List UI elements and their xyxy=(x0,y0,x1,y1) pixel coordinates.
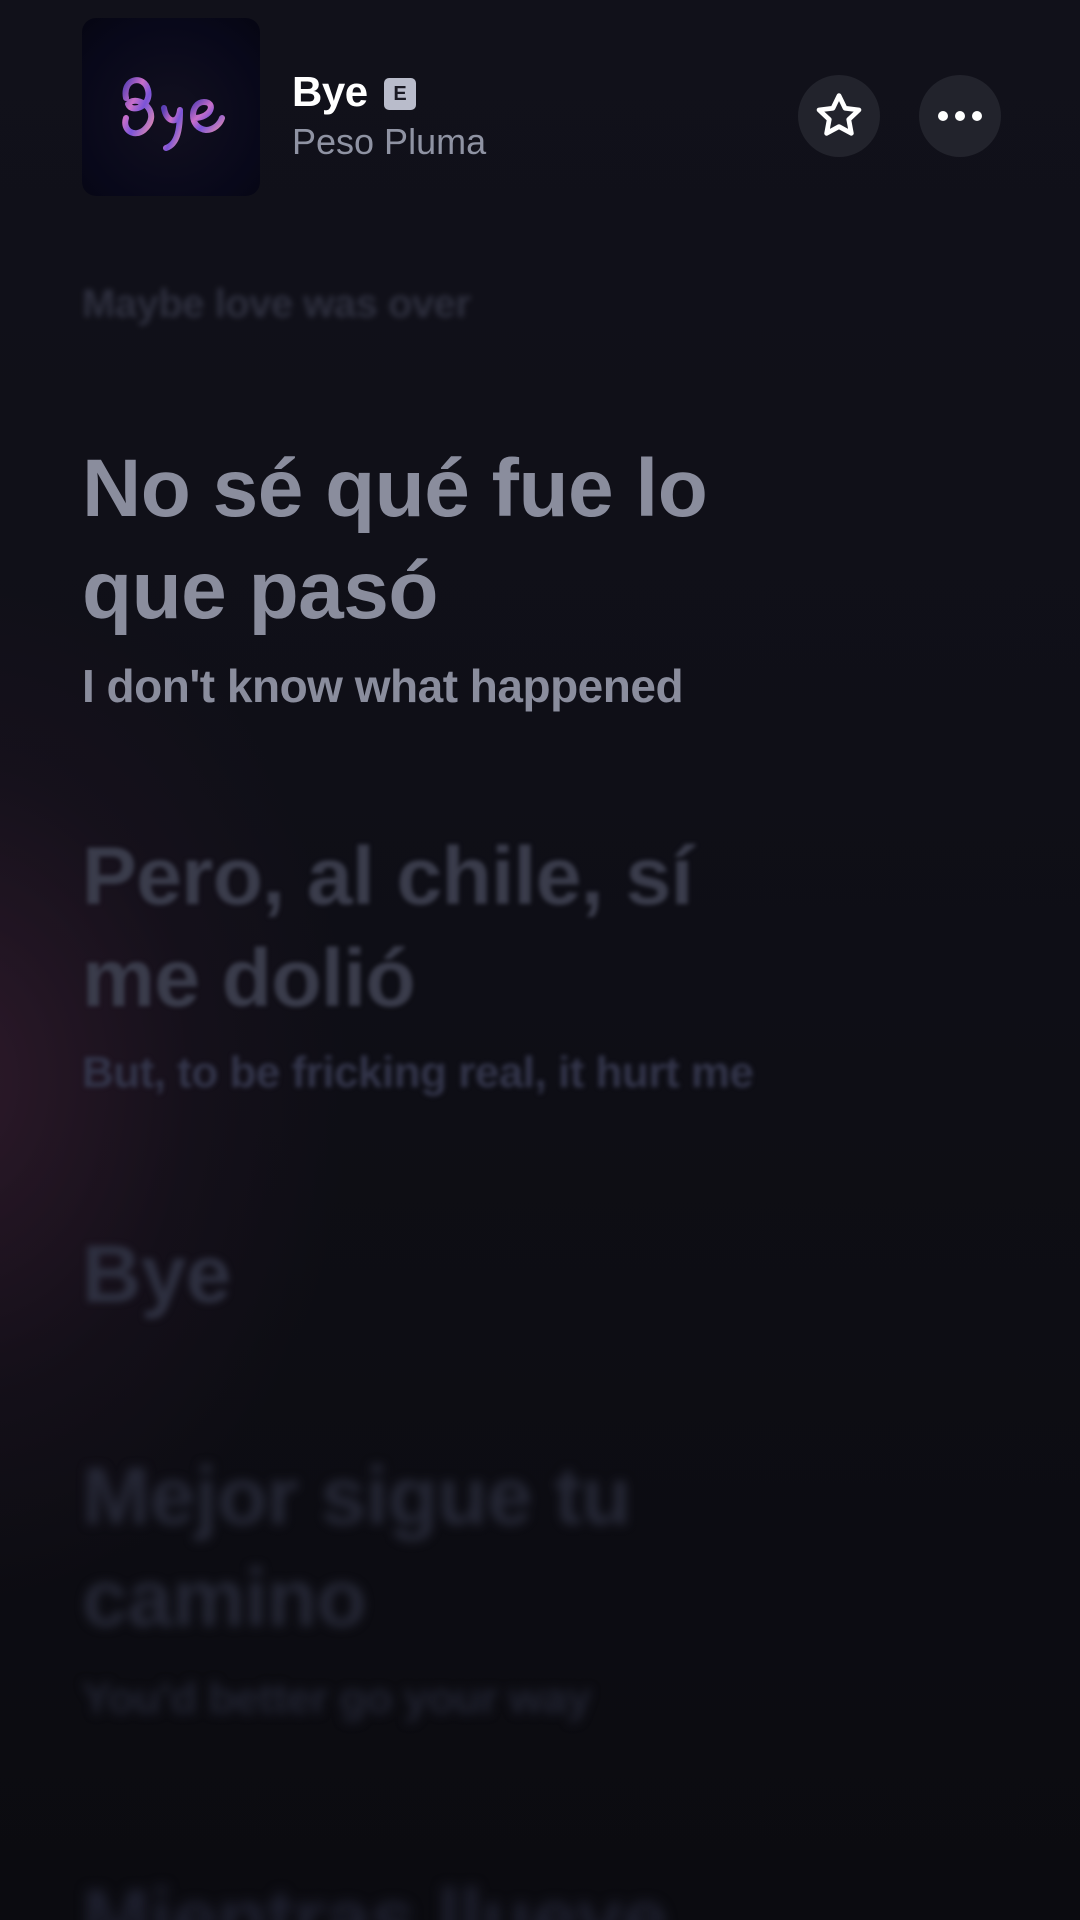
lyric-line-bottom[interactable]: Mientras llueve xyxy=(82,1868,667,1920)
more-horizontal-icon xyxy=(938,111,982,121)
explicit-badge: E xyxy=(384,78,416,110)
lyric-line-current[interactable]: No sé qué fue lo que pasó xyxy=(82,438,802,642)
album-art[interactable] xyxy=(82,18,260,196)
lyric-line-bye[interactable]: Bye xyxy=(82,1224,231,1326)
lyric-line-previous[interactable]: Maybe love was over xyxy=(82,282,471,327)
lyrics-screen: Bye E Peso Pluma Maybe love was over No … xyxy=(0,0,1080,1920)
track-title[interactable]: Bye xyxy=(292,66,368,118)
favorite-button[interactable] xyxy=(798,75,880,157)
lyric-translation-current: I don't know what happened xyxy=(82,660,684,712)
lyric-translation-after: You'd better go your way xyxy=(82,1674,591,1723)
lyric-line-next[interactable]: Pero, al chile, sí me dolió xyxy=(82,826,802,1030)
artist-name[interactable]: Peso Pluma xyxy=(292,118,486,166)
more-options-button[interactable] xyxy=(919,75,1001,157)
now-playing-header: Bye E Peso Pluma xyxy=(0,0,1080,210)
lyric-line-after[interactable]: Mejor sigue tu camino xyxy=(82,1446,802,1650)
album-art-logo xyxy=(122,77,225,151)
lyric-translation-next: But, to be fricking real, it hurt me xyxy=(82,1048,754,1097)
star-outline-icon xyxy=(816,93,862,136)
